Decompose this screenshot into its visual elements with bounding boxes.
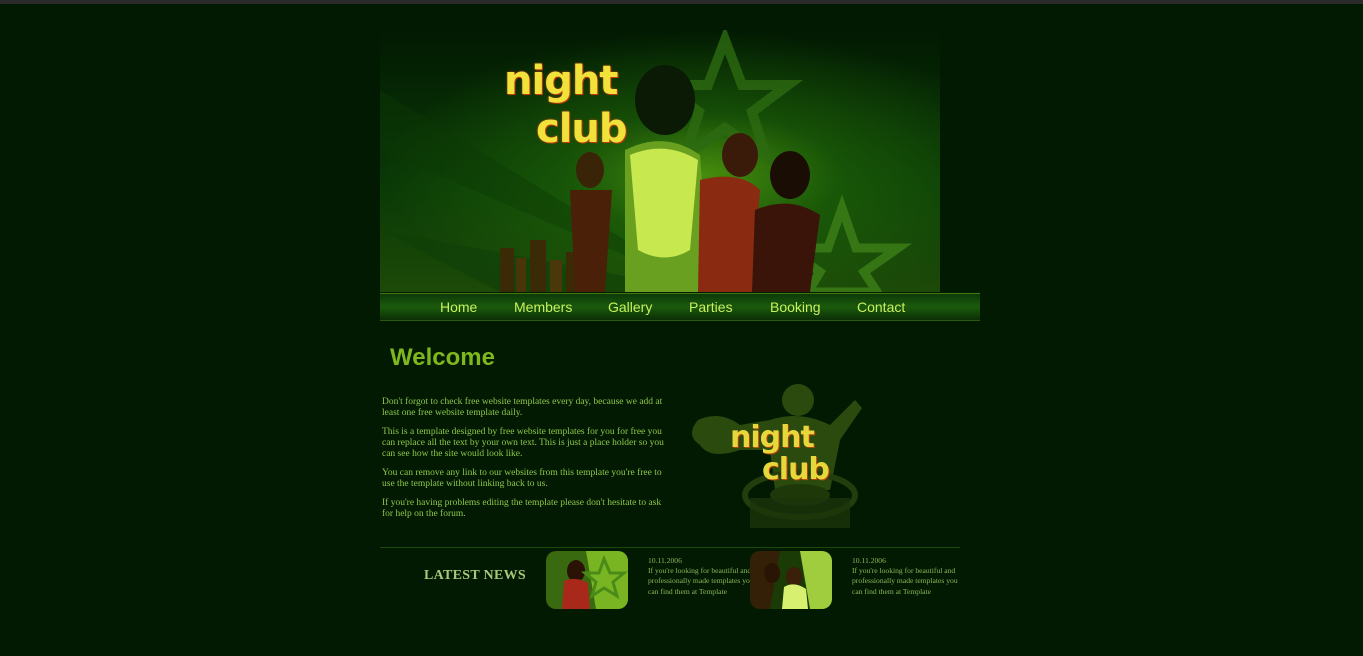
nav-contact[interactable]: Contact (857, 299, 905, 315)
nav-booking[interactable]: Booking (770, 299, 821, 315)
section-divider (380, 547, 960, 548)
news-item: 10.11.2006 If you're looking for beautif… (648, 556, 758, 597)
news-date: 10.11.2006 (852, 556, 886, 565)
side-logo-image: night club (680, 380, 870, 535)
side-logo-club: club (762, 452, 830, 487)
nav-gallery[interactable]: Gallery (608, 299, 652, 315)
news-item: 10.11.2006 If you're looking for beautif… (852, 556, 962, 597)
intro-paragraph: Don't forgot to check free website templ… (382, 397, 663, 418)
nav-members[interactable]: Members (514, 299, 572, 315)
header-banner: night club (380, 30, 940, 292)
logo-club-text: club (536, 106, 628, 152)
intro-paragraph: You can remove any link to our websites … (382, 468, 662, 489)
banner-artwork (380, 30, 913, 292)
page-title: Welcome (390, 344, 495, 371)
side-logo-night: night (730, 420, 815, 455)
news-date: 10.11.2006 (648, 556, 682, 565)
news-thumbnail[interactable] (546, 551, 628, 609)
intro-paragraph: This is a template designed by free webs… (382, 427, 664, 459)
logo-night-text: night (504, 58, 618, 104)
browser-top-bar (0, 0, 1363, 4)
nav-home[interactable]: Home (440, 299, 477, 315)
latest-news-heading: LATEST NEWS (424, 568, 526, 583)
main-nav: Home Members Gallery Parties Booking Con… (380, 293, 980, 321)
news-thumbnail[interactable] (750, 551, 832, 609)
news-body: If you're looking for beautiful and prof… (852, 566, 958, 596)
intro-paragraph: If you're having problems editing the te… (382, 498, 662, 519)
nav-parties[interactable]: Parties (689, 299, 733, 315)
news-body: If you're looking for beautiful and prof… (648, 566, 754, 596)
intro-text: Don't forgot to check free website templ… (382, 397, 672, 528)
